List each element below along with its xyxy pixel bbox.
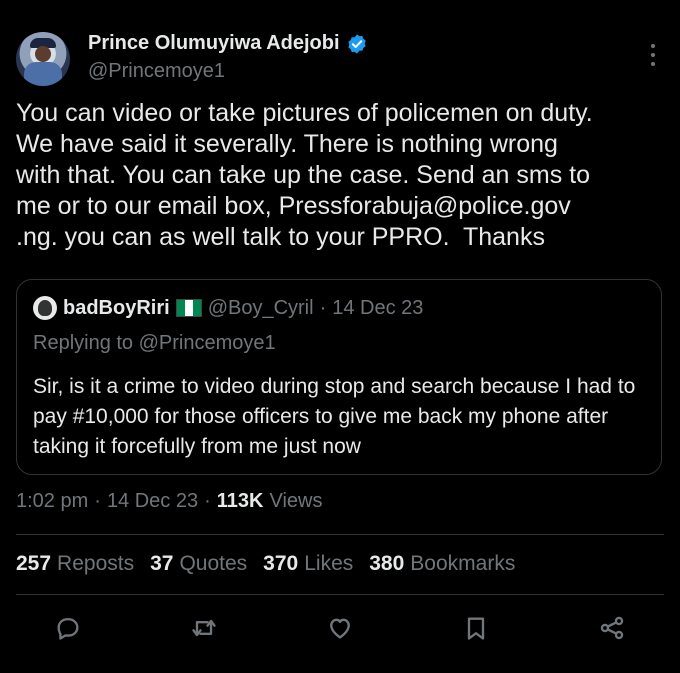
quotes-count: 37 xyxy=(150,552,174,575)
tweet-time[interactable]: 1:02 pm xyxy=(16,490,88,513)
tweet-header: Prince Olumuyiwa Adejobi @Princemoye1 xyxy=(16,28,664,88)
meta-separator: · xyxy=(94,490,101,512)
like-icon xyxy=(330,618,350,639)
author-name-line: Prince Olumuyiwa Adejobi xyxy=(88,32,368,55)
repost-icon xyxy=(192,619,216,637)
meta-separator: · xyxy=(204,490,211,512)
more-icon[interactable] xyxy=(650,44,656,66)
author-name[interactable]: Prince Olumuyiwa Adejobi xyxy=(88,32,340,55)
quoted-author-name: badBoyRiri xyxy=(63,296,170,319)
views-label: Views xyxy=(269,490,323,512)
action-bar xyxy=(0,612,680,644)
author-avatar[interactable] xyxy=(16,32,70,86)
verified-badge-icon xyxy=(347,33,366,54)
divider xyxy=(16,534,664,535)
bookmark-icon xyxy=(467,617,485,640)
author-handle[interactable]: @Princemoye1 xyxy=(88,60,225,83)
nigeria-flag-icon xyxy=(175,299,202,317)
quoted-tweet-header: badBoyRiri @Boy_Cyril · 14 Dec 23 xyxy=(33,296,423,320)
share-button[interactable] xyxy=(596,612,628,644)
quoted-text: Sir, is it a crime to video during stop … xyxy=(33,375,636,458)
bookmarks-count: 380 xyxy=(369,552,405,575)
reply-icon xyxy=(57,618,79,640)
likes-count: 370 xyxy=(263,552,299,575)
tweet-text: You can video or take pictures of police… xyxy=(16,99,593,251)
tweet-meta: 1:02 pm · 14 Dec 23 · 113K Views xyxy=(16,490,323,513)
quoted-avatar xyxy=(33,296,57,320)
reposts-count: 257 xyxy=(16,552,52,575)
quoted-tweet[interactable]: badBoyRiri @Boy_Cyril · 14 Dec 23 Replyi… xyxy=(16,279,662,475)
quoted-replying-to: Replying to @Princemoye1 xyxy=(33,332,276,354)
divider xyxy=(16,594,664,595)
tweet-date[interactable]: 14 Dec 23 xyxy=(107,490,198,513)
quoted-date: 14 Dec 23 xyxy=(332,296,424,319)
quotes-label: Quotes xyxy=(179,552,248,575)
reposts-label: Reposts xyxy=(57,552,135,575)
bookmark-button[interactable] xyxy=(460,612,492,644)
reply-button[interactable] xyxy=(52,612,84,644)
likes-stat[interactable]: 370 Likes xyxy=(263,552,353,576)
share-icon xyxy=(600,616,624,640)
likes-label: Likes xyxy=(304,552,354,575)
quoted-separator: · xyxy=(319,296,327,319)
bookmarks-label: Bookmarks xyxy=(410,552,516,575)
repost-button[interactable] xyxy=(188,612,220,644)
quoted-author-handle: @Boy_Cyril xyxy=(207,296,314,319)
engagement-stats: 257 Reposts 37 Quotes 370 Likes 380 Book… xyxy=(16,552,515,576)
bookmarks-stat[interactable]: 380 Bookmarks xyxy=(369,552,515,576)
quotes-stat[interactable]: 37 Quotes xyxy=(150,552,247,576)
views-count: 113K xyxy=(216,490,264,512)
like-button[interactable] xyxy=(324,612,356,644)
reposts-stat[interactable]: 257 Reposts xyxy=(16,552,134,576)
